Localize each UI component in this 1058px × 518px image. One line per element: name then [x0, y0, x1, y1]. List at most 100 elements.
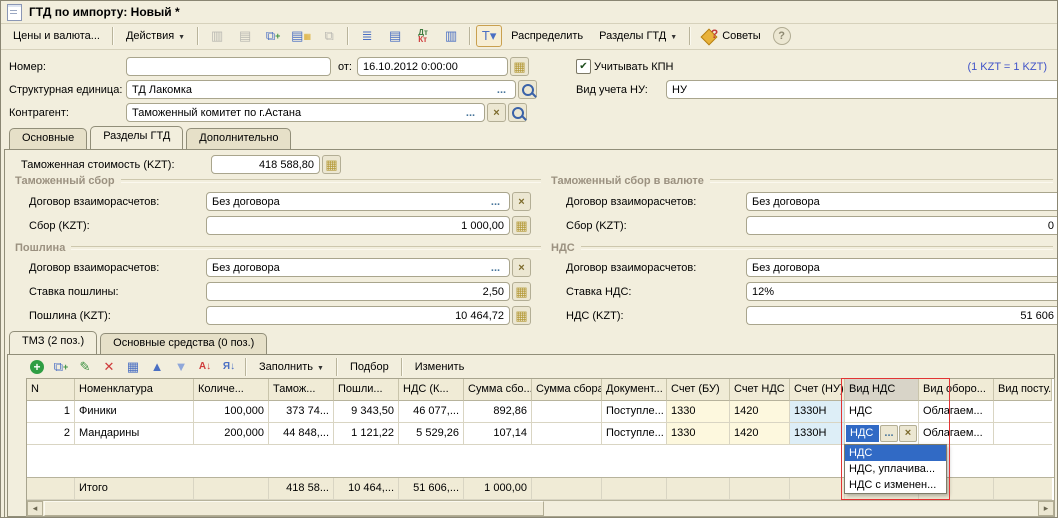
cell-nomenclature[interactable]: Финики — [75, 401, 194, 423]
clear-icon[interactable]: × — [512, 258, 531, 277]
scrollbar-thumb[interactable] — [44, 501, 544, 516]
clear-icon[interactable]: × — [487, 103, 506, 122]
clear-icon[interactable]: × — [512, 192, 531, 211]
dropdown-item[interactable]: НДС, уплачива... — [845, 461, 946, 477]
tab-tmz[interactable]: ТМЗ (2 поз.) — [9, 331, 97, 354]
add-row-icon[interactable]: + — [26, 357, 48, 377]
tab-osnovnye[interactable]: Основные — [9, 128, 87, 149]
cell-account-vat[interactable]: 1420 — [730, 401, 790, 423]
cell-fee-sum[interactable]: 107,14 — [464, 423, 532, 445]
cell-vat-kind[interactable]: НДС — [845, 401, 919, 423]
cell-nomenclature[interactable]: Мандарины — [75, 423, 194, 445]
cell-duty[interactable]: 1 121,22 — [334, 423, 399, 445]
tab-fixed-assets[interactable]: Основные средства (0 поз.) — [100, 333, 267, 354]
contractor-input[interactable]: Таможенный комитет по г.Астана ... — [126, 103, 485, 122]
vat-kind-selected-value[interactable]: НДС — [846, 425, 879, 442]
post-document-icon[interactable]: ▤▦ — [288, 25, 314, 47]
choose-icon[interactable]: ... — [880, 425, 898, 442]
fill-button[interactable]: Заполнить▼ — [251, 357, 332, 377]
column-header-vat[interactable]: НДС (К... — [399, 379, 464, 401]
change-button[interactable]: Изменить — [407, 357, 473, 377]
dropdown-item[interactable]: НДС — [845, 445, 946, 461]
cell-n[interactable]: 1 — [27, 401, 75, 423]
column-header-account-nu[interactable]: Счет (НУ) — [790, 379, 845, 401]
table-row[interactable]: 2 Мандарины 200,000 44 848,... 1 121,22 … — [27, 423, 1054, 445]
cell-vat[interactable]: 5 529,26 — [399, 423, 464, 445]
column-header-account-vat[interactable]: Счет НДС — [730, 379, 790, 401]
cell-duty[interactable]: 9 343,50 — [334, 401, 399, 423]
pick-button[interactable]: Подбор — [342, 357, 397, 377]
column-header-n[interactable]: N — [27, 379, 75, 401]
calculator-icon[interactable]: ▦ — [512, 306, 531, 325]
cell-quantity[interactable]: 100,000 — [194, 401, 269, 423]
calendar-icon[interactable]: ▦ — [510, 57, 529, 76]
cell-account-nu[interactable]: 1330Н — [790, 401, 845, 423]
cell-turnover-kind[interactable]: Облагаем... — [919, 401, 994, 423]
actions-button[interactable]: Действия▼ — [118, 26, 193, 46]
cell-receipt-kind[interactable] — [994, 401, 1052, 423]
cell-vat-kind-editing[interactable]: НДС ... × — [845, 423, 919, 445]
tab-razdely-gtd[interactable]: Разделы ГТД — [90, 126, 183, 149]
calculator-icon[interactable]: ▦ — [512, 282, 531, 301]
calculator-icon[interactable]: ▦ — [512, 216, 531, 235]
help-icon[interactable]: ? — [773, 27, 791, 45]
choose-icon[interactable]: ... — [493, 84, 510, 96]
clear-icon[interactable]: × — [899, 425, 917, 442]
kpn-checkbox[interactable]: ✔ — [576, 59, 591, 74]
column-header-turnover-kind[interactable]: Вид оборо... — [919, 379, 994, 401]
cell-fee-sum[interactable]: 892,86 — [464, 401, 532, 423]
cell-fee-sum-cur[interactable] — [532, 401, 602, 423]
cell-document[interactable]: Поступле... — [602, 401, 667, 423]
distribute-button[interactable]: Распределить — [503, 26, 591, 46]
form-settings-icon[interactable]: ▥ — [204, 25, 230, 47]
column-header-quantity[interactable]: Количе... — [194, 379, 269, 401]
picture-icon[interactable]: ▤ — [232, 25, 258, 47]
sort-desc-icon[interactable]: Я↓ — [218, 357, 240, 377]
cell-account-bu[interactable]: 1330 — [667, 423, 730, 445]
tips-button[interactable]: ? Советы — [695, 25, 768, 47]
nu-kind-input[interactable]: НУ — [666, 80, 1058, 99]
checklist-icon[interactable]: ▤ — [382, 25, 408, 47]
cell-turnover-kind[interactable]: Облагаем... — [919, 423, 994, 445]
duty-amount-input[interactable]: 10 464,72 — [206, 306, 510, 325]
vat-contract-input[interactable]: Без договора — [746, 258, 1058, 277]
choose-icon[interactable]: ... — [462, 107, 479, 119]
scrollbar-track[interactable] — [544, 501, 1038, 516]
gtd-sections-button[interactable]: Разделы ГТД▼ — [591, 26, 685, 46]
cell-account-bu[interactable]: 1330 — [667, 401, 730, 423]
copy-document-icon[interactable]: ⧉+ — [260, 25, 286, 47]
edit-row-icon[interactable]: ✎ — [74, 357, 96, 377]
choose-icon[interactable]: ... — [487, 196, 504, 208]
search-icon[interactable] — [518, 80, 537, 99]
move-up-icon[interactable]: ▲ — [146, 357, 168, 377]
finish-editing-icon[interactable]: ▦ — [122, 357, 144, 377]
duty-rate-input[interactable]: 2,50 — [206, 282, 510, 301]
vat-amount-input[interactable]: 51 606 — [746, 306, 1058, 325]
cell-account-nu[interactable]: 1330Н — [790, 423, 845, 445]
column-header-fee-sum-cur[interactable]: Сумма сбора (... — [532, 379, 602, 401]
cell-quantity[interactable]: 200,000 — [194, 423, 269, 445]
customs-value-input[interactable]: 418 588,80 — [211, 155, 320, 174]
cell-receipt-kind[interactable] — [994, 423, 1052, 445]
vat-rate-input[interactable]: 12% — [746, 282, 1058, 301]
fee-currency-contract-input[interactable]: Без договора — [746, 192, 1058, 211]
date-input[interactable]: 16.10.2012 0:00:00 — [357, 57, 508, 76]
cancel-posting-icon[interactable]: ⧉ — [316, 25, 342, 47]
search-icon[interactable] — [508, 103, 527, 122]
column-header-vat-kind[interactable]: Вид НДС — [845, 379, 919, 401]
scroll-right-icon[interactable]: ▸ — [1038, 501, 1054, 516]
dropdown-item[interactable]: НДС с изменен... — [845, 477, 946, 493]
column-header-receipt-kind[interactable]: Вид посту... — [994, 379, 1052, 401]
column-header-duty[interactable]: Пошли... — [334, 379, 399, 401]
cell-customs[interactable]: 373 74... — [269, 401, 334, 423]
column-header-document[interactable]: Документ... — [602, 379, 667, 401]
scroll-left-icon[interactable]: ◂ — [27, 501, 43, 516]
cell-account-vat[interactable]: 1420 — [730, 423, 790, 445]
structural-unit-input[interactable]: ТД Лакомка ... — [126, 80, 516, 99]
number-input[interactable] — [126, 57, 331, 76]
prices-currency-button[interactable]: Цены и валюта... — [5, 26, 108, 46]
delete-row-icon[interactable]: ✕ — [98, 357, 120, 377]
column-header-nomenclature[interactable]: Номенклатура — [75, 379, 194, 401]
horizontal-scrollbar[interactable]: ◂ ▸ — [27, 500, 1054, 516]
cell-document[interactable]: Поступле... — [602, 423, 667, 445]
